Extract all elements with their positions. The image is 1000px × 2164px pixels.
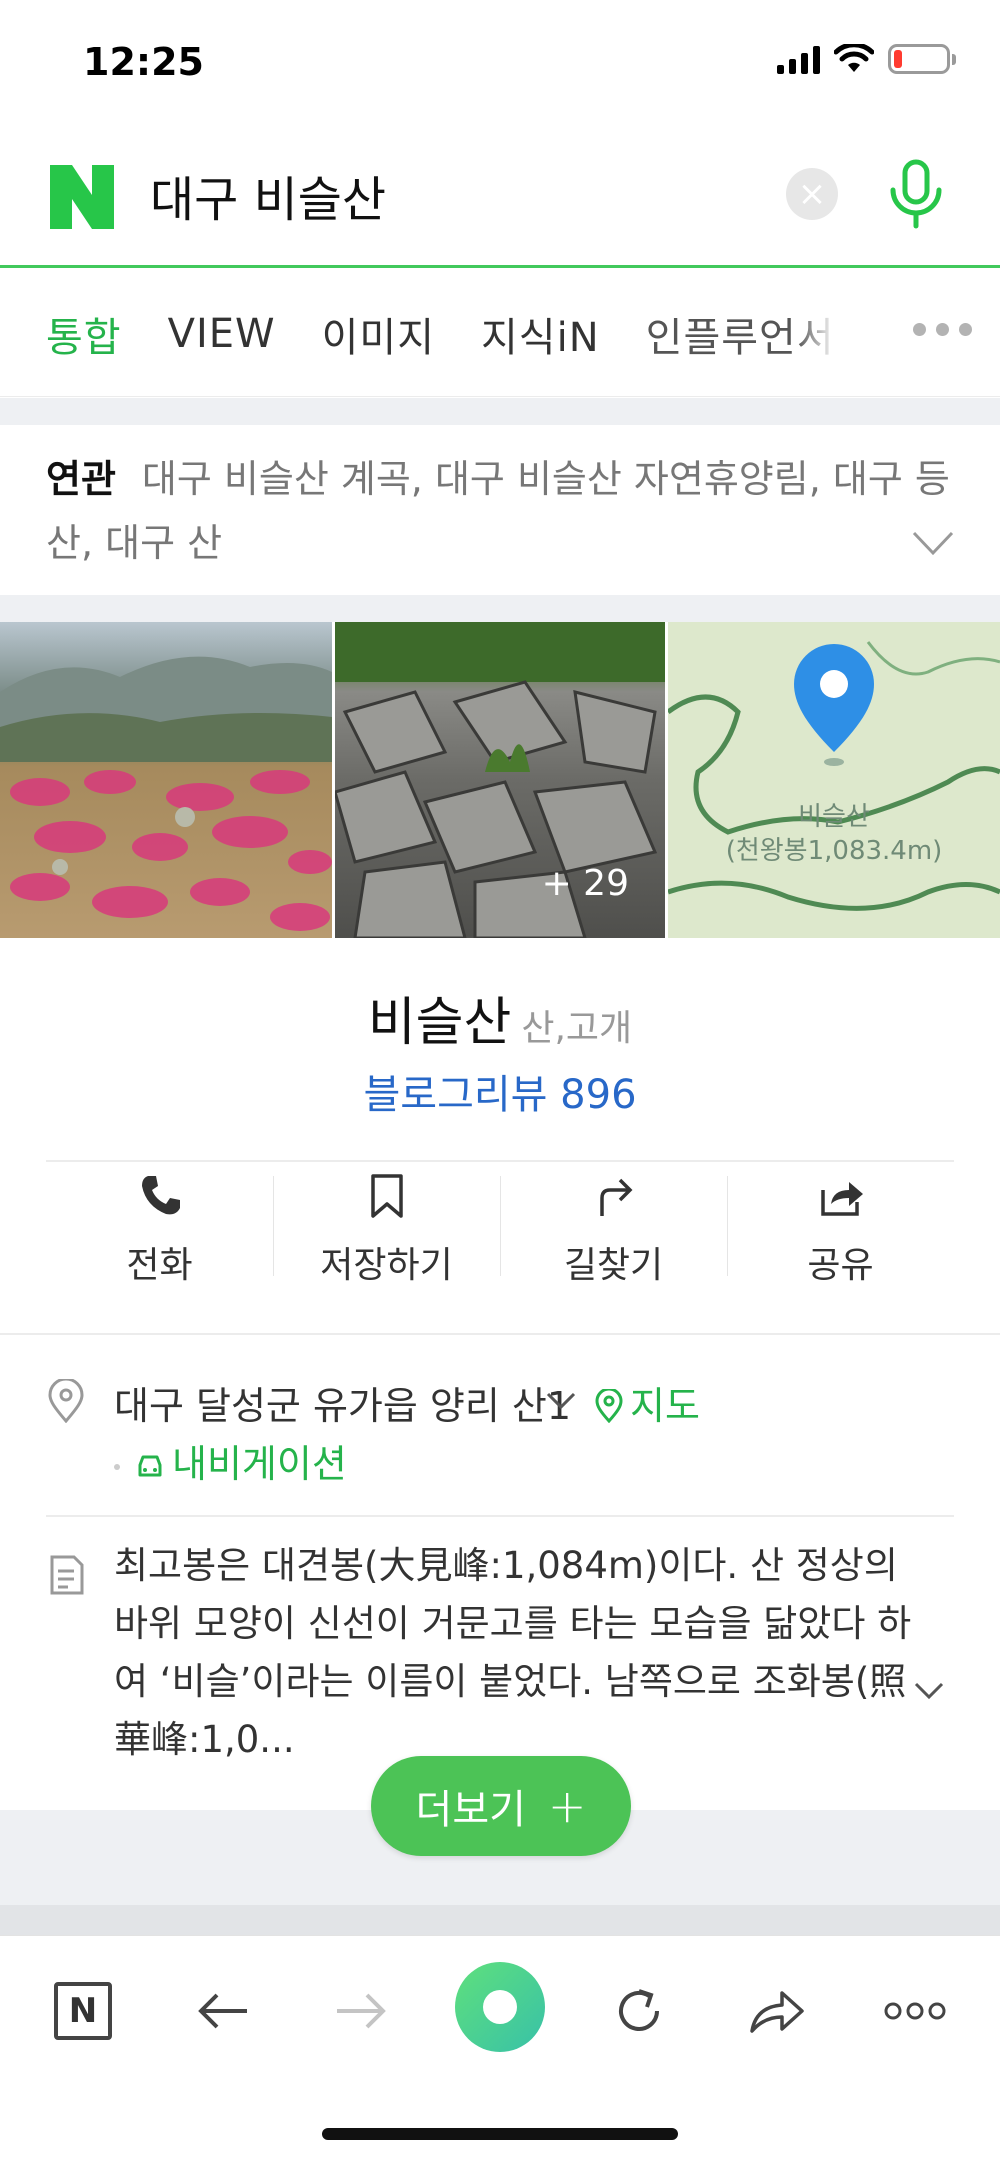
- map-peak-name: 비슬산: [798, 802, 870, 832]
- search-bar: 대구 비슬산 ×: [0, 130, 1000, 268]
- blog-review-link[interactable]: 블로그리뷰 896: [0, 1062, 1000, 1120]
- chevron-down-icon[interactable]: [914, 1681, 944, 1701]
- share-page-button[interactable]: [742, 1976, 812, 2046]
- search-tabs: 통합 VIEW 이미지 지식iN 인플루언서: [0, 271, 1000, 397]
- forward-button[interactable]: [326, 1976, 396, 2046]
- place-description: 최고봉은 대견봉(大見峰:1,084m)이다. 산 정상의 바위 모양이 신선이…: [114, 1544, 912, 1761]
- related-label: 연관: [46, 457, 116, 501]
- location-pin-icon: [48, 1379, 84, 1423]
- back-button[interactable]: [188, 1976, 258, 2046]
- wifi-icon: [834, 44, 874, 72]
- directions-button[interactable]: 길찾기: [500, 1168, 727, 1288]
- share-icon: [820, 1182, 863, 1216]
- tab-integrated[interactable]: 통합: [46, 305, 122, 363]
- home-indicator: [322, 2128, 678, 2140]
- tab-images[interactable]: 이미지: [322, 305, 435, 363]
- section-gap: [0, 1905, 1000, 1935]
- map-pin-icon: [595, 1387, 623, 1424]
- address-text[interactable]: 대구 달성군 유가읍 양리 산1: [114, 1375, 571, 1430]
- chevron-down-icon[interactable]: [912, 529, 954, 557]
- browser-toolbar: N: [0, 1935, 1000, 2085]
- share-arrow-icon: [750, 1991, 804, 2033]
- home-button[interactable]: N: [48, 1976, 118, 2046]
- more-tabs-icon[interactable]: [913, 323, 972, 336]
- status-icons: [777, 44, 956, 74]
- status-time: 12:25: [83, 40, 204, 84]
- tab-influencer[interactable]: 인플루언서: [646, 305, 835, 363]
- map-link[interactable]: 지도: [594, 1375, 700, 1430]
- naver-home-icon: N: [54, 1982, 112, 2040]
- arrow-left-icon: [198, 1993, 247, 2029]
- signal-icon: [777, 44, 820, 74]
- microphone-icon[interactable]: [885, 158, 947, 232]
- green-dot-icon: [483, 1990, 517, 2024]
- more-button[interactable]: 더보기 +: [371, 1756, 631, 1856]
- document-icon: [50, 1555, 84, 1595]
- photo-strip: + 29 비슬산 (천왕봉1,083.4m): [0, 622, 1000, 938]
- navigation-link[interactable]: 내비게이션: [114, 1433, 347, 1488]
- reload-icon: [619, 1989, 659, 2031]
- related-keywords[interactable]: 대구 비슬산 계곡, 대구 비슬산 자연휴양림, 대구 등산, 대구 산: [46, 457, 950, 565]
- menu-button[interactable]: [880, 1976, 950, 2046]
- place-category: 산,고개: [521, 1008, 633, 1049]
- place-actions: 전화 저장하기 길찾기 공유: [46, 1168, 954, 1288]
- divider: [46, 1160, 954, 1162]
- more-dots-icon: [884, 2002, 946, 2020]
- clear-search-button[interactable]: ×: [786, 168, 838, 220]
- directions-icon: [599, 1178, 632, 1216]
- place-card: 비슬산 산,고개 블로그리뷰 896 전화 저장하기 길찾기 공유: [0, 940, 1000, 1335]
- battery-icon: [888, 44, 956, 74]
- car-icon: [138, 1455, 162, 1477]
- place-name[interactable]: 비슬산: [368, 993, 512, 1053]
- place-details: 대구 달성군 유가읍 양리 산1 지도 내비게이션 최고봉은 대견봉(大見峰:1…: [0, 1335, 1000, 1810]
- arrow-right-icon: [337, 1993, 386, 2029]
- bookmark-icon: [370, 1174, 403, 1218]
- chevron-down-icon[interactable]: [546, 1391, 576, 1411]
- reload-button[interactable]: [604, 1976, 674, 2046]
- section-gap: [0, 398, 1000, 425]
- tab-view[interactable]: VIEW: [168, 311, 276, 357]
- save-button[interactable]: 저장하기: [273, 1168, 500, 1288]
- related-searches: 연관 대구 비슬산 계곡, 대구 비슬산 자연휴양림, 대구 등산, 대구 산: [0, 425, 1000, 595]
- map-peak-elevation: (천왕봉1,083.4m): [725, 836, 943, 866]
- rock-field-photo[interactable]: + 29: [335, 622, 665, 938]
- phone-icon: [141, 1176, 180, 1215]
- green-dot-button[interactable]: [455, 1962, 545, 2052]
- search-input[interactable]: 대구 비슬산: [150, 160, 386, 230]
- more-photos-count[interactable]: + 29: [542, 863, 629, 904]
- section-gap: [0, 595, 1000, 622]
- status-bar: 12:25: [0, 0, 1000, 130]
- mountain-flowers-photo[interactable]: [0, 622, 332, 938]
- divider: [46, 1515, 954, 1517]
- call-button[interactable]: 전화: [46, 1168, 273, 1288]
- naver-logo-icon[interactable]: [50, 165, 114, 229]
- location-map-thumbnail[interactable]: 비슬산 (천왕봉1,083.4m): [668, 622, 1000, 938]
- tab-knowledge-in[interactable]: 지식iN: [481, 305, 600, 363]
- share-button[interactable]: 공유: [727, 1168, 954, 1288]
